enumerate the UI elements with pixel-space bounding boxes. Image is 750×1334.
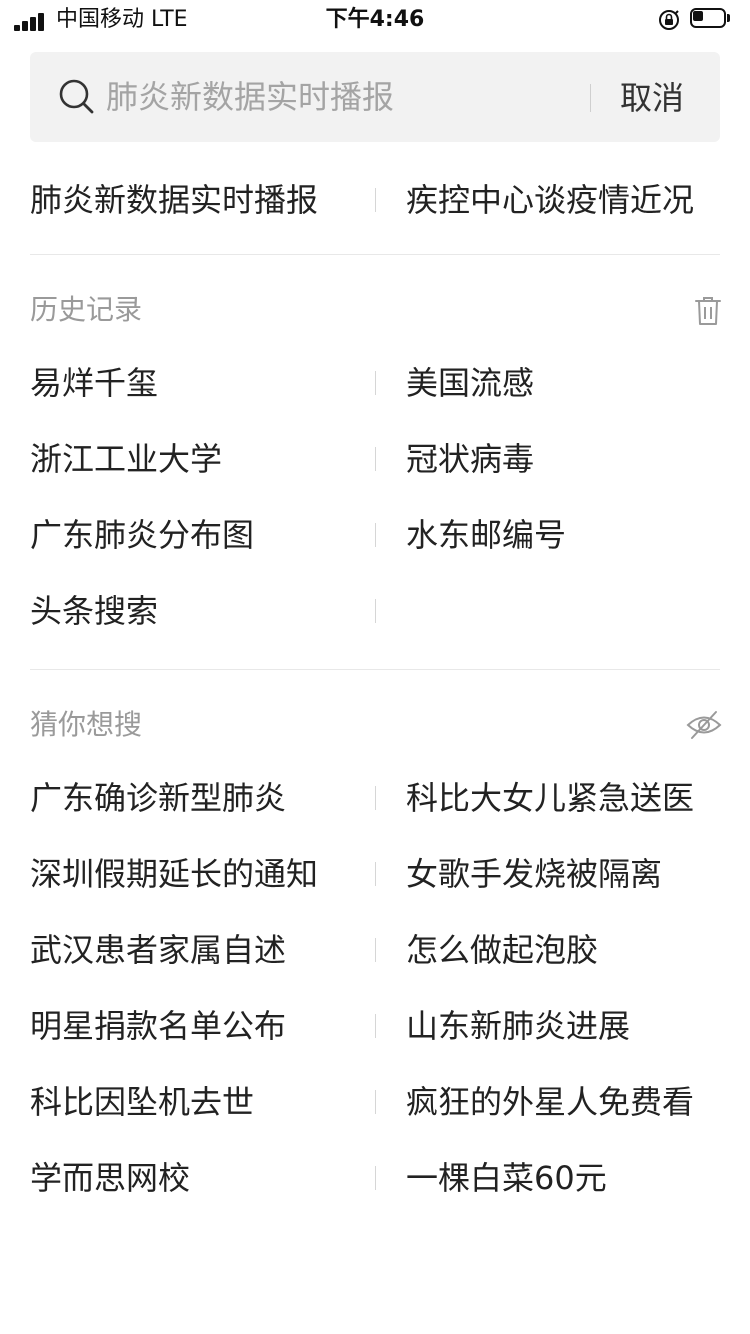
suggestion-item[interactable]: 肺炎新数据实时播报 bbox=[30, 162, 370, 238]
eye-off-icon[interactable] bbox=[686, 708, 722, 742]
search-input[interactable] bbox=[106, 74, 576, 120]
column-divider bbox=[375, 786, 376, 810]
history-item[interactable]: 水东邮编号 bbox=[406, 497, 726, 573]
guess-item[interactable]: 武汉患者家属自述 bbox=[30, 912, 370, 988]
column-divider bbox=[375, 1090, 376, 1114]
guess-item[interactable]: 学而思网校 bbox=[30, 1140, 370, 1216]
guess-item[interactable]: 广东确诊新型肺炎 bbox=[30, 760, 370, 836]
battery-icon bbox=[690, 8, 732, 30]
guess-item[interactable]: 疯狂的外星人免费看 bbox=[406, 1064, 726, 1140]
column-divider bbox=[375, 938, 376, 962]
guess-item[interactable]: 一棵白菜60元 bbox=[406, 1140, 726, 1216]
history-title: 历史记录 bbox=[30, 293, 143, 326]
column-divider bbox=[375, 447, 376, 471]
column-divider bbox=[375, 523, 376, 547]
guess-title: 猜你想搜 bbox=[30, 708, 143, 741]
history-item[interactable]: 易烊千玺 bbox=[30, 345, 370, 421]
guess-item[interactable]: 山东新肺炎进展 bbox=[406, 988, 726, 1064]
guess-item[interactable]: 怎么做起泡胶 bbox=[406, 912, 726, 988]
column-divider bbox=[375, 188, 376, 212]
column-divider bbox=[375, 1166, 376, 1190]
guess-item[interactable]: 科比大女儿紧急送医 bbox=[406, 760, 726, 836]
suggestion-item[interactable]: 疾控中心谈疫情近况 bbox=[406, 162, 726, 238]
history-item[interactable]: 美国流感 bbox=[406, 345, 726, 421]
rotation-lock-icon bbox=[659, 10, 679, 30]
status-time: 下午4:46 bbox=[325, 7, 425, 32]
history-item[interactable]: 冠状病毒 bbox=[406, 421, 726, 497]
trash-icon[interactable] bbox=[694, 295, 722, 327]
history-item[interactable]: 广东肺炎分布图 bbox=[30, 497, 370, 573]
column-divider bbox=[375, 371, 376, 395]
guess-item[interactable]: 深圳假期延长的通知 bbox=[30, 836, 370, 912]
column-divider bbox=[375, 599, 376, 623]
section-divider bbox=[30, 669, 720, 670]
guess-item[interactable]: 科比因坠机去世 bbox=[30, 1064, 370, 1140]
history-item[interactable]: 浙江工业大学 bbox=[30, 421, 370, 497]
column-divider bbox=[375, 1014, 376, 1038]
status-bar: 中国移动 LTE 下午4:46 bbox=[0, 0, 750, 40]
guess-item[interactable]: 明星捐款名单公布 bbox=[30, 988, 370, 1064]
search-divider bbox=[590, 84, 591, 112]
section-divider bbox=[30, 254, 720, 255]
column-divider bbox=[375, 862, 376, 886]
guess-item[interactable]: 女歌手发烧被隔离 bbox=[406, 836, 726, 912]
cancel-button[interactable]: 取消 bbox=[620, 74, 714, 122]
search-bar[interactable]: 取消 bbox=[30, 52, 720, 142]
search-icon bbox=[59, 79, 94, 114]
history-item[interactable]: 头条搜索 bbox=[30, 573, 370, 649]
